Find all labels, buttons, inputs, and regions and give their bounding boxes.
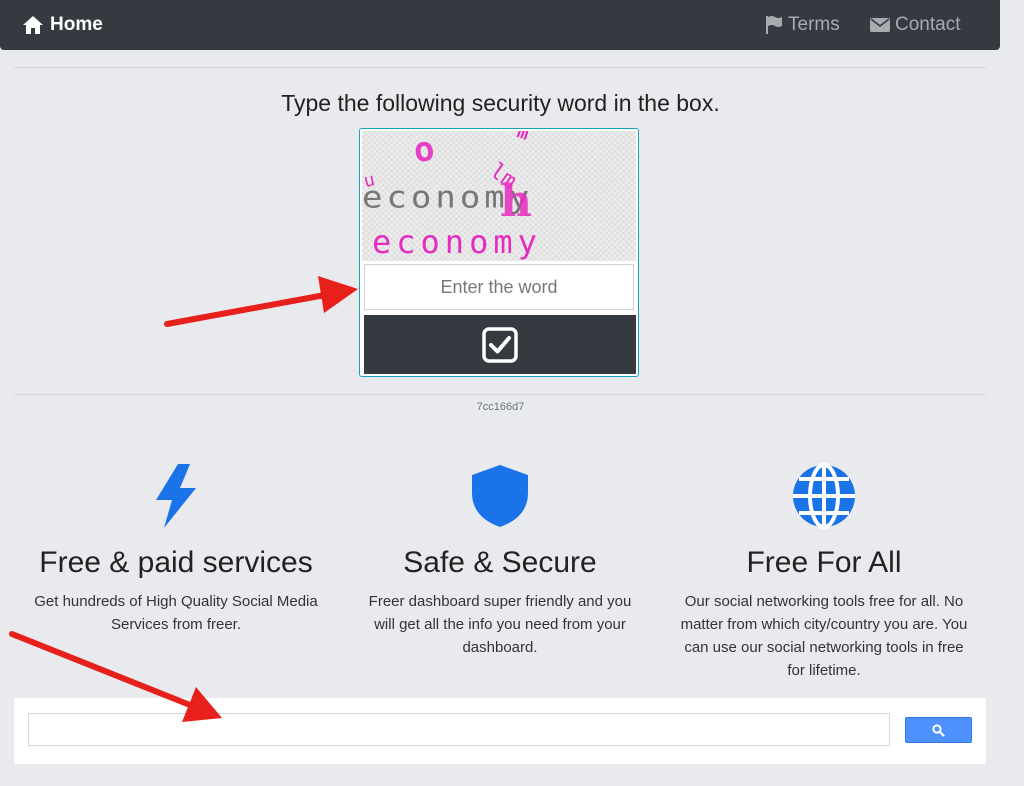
- search-icon: [932, 723, 945, 737]
- feature-safe-secure: Safe & Secure Freer dashboard super frie…: [340, 460, 660, 659]
- top-navbar: Home Terms Contact: [0, 0, 1000, 50]
- captcha-image: o m u lm economy h economy: [362, 131, 636, 261]
- feature-free-paid: Free & paid services Get hundreds of Hig…: [16, 460, 336, 636]
- captcha-word-input[interactable]: [364, 264, 634, 310]
- nav-home-link[interactable]: Home: [22, 12, 103, 38]
- svg-text:m: m: [514, 131, 532, 145]
- captcha-word-pink: economy: [372, 223, 542, 261]
- feature-title: Safe & Secure: [403, 546, 597, 579]
- nav-home-label: Home: [50, 14, 103, 35]
- nav-terms-label: Terms: [788, 14, 840, 35]
- feature-title: Free For All: [746, 546, 902, 579]
- svg-text:h: h: [500, 176, 532, 227]
- svg-text:o: o: [411, 131, 437, 171]
- captcha-submit-button[interactable]: [364, 315, 636, 374]
- feature-description: Get hundreds of High Quality Social Medi…: [34, 593, 318, 633]
- search-panel: [14, 698, 986, 764]
- annotation-arrow-captcha: [164, 276, 358, 327]
- feature-description: Freer dashboard super friendly and you w…: [368, 593, 632, 656]
- check-square-icon: [482, 326, 518, 363]
- flag-icon: [766, 16, 782, 34]
- search-input[interactable]: [28, 713, 890, 746]
- feature-title: Free & paid services: [39, 546, 313, 579]
- envelope-icon: [870, 18, 890, 32]
- feature-free-for-all: Free For All Our social networking tools…: [664, 460, 984, 682]
- captcha-box: o m u lm economy h economy: [359, 128, 639, 377]
- captcha-code: 7cc166d7: [476, 401, 525, 413]
- divider-middle: [14, 394, 986, 395]
- nav-contact-label: Contact: [895, 14, 961, 35]
- feature-description: Our social networking tools free for all…: [680, 593, 968, 679]
- nav-contact-link[interactable]: Contact: [870, 12, 960, 38]
- home-icon: [23, 16, 43, 34]
- shield-icon: [472, 465, 528, 527]
- globe-icon: [793, 463, 855, 529]
- bolt-icon: [156, 464, 196, 528]
- captcha-title: Type the following security word in the …: [281, 90, 720, 116]
- divider-top: [14, 67, 986, 68]
- nav-terms-link[interactable]: Terms: [765, 12, 840, 38]
- search-button[interactable]: [905, 717, 972, 743]
